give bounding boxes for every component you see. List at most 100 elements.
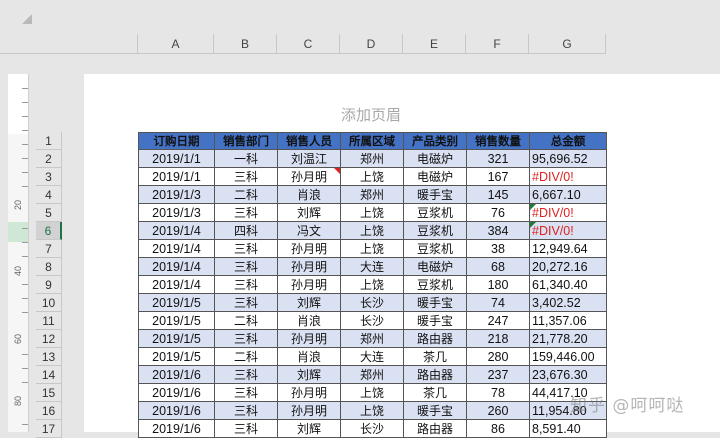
cell-product-category[interactable]: 豆浆机: [403, 275, 467, 294]
row-header[interactable]: 3: [36, 168, 62, 186]
cell-product-category[interactable]: 豆浆机: [403, 221, 467, 240]
cell-salesperson[interactable]: 刘辉: [277, 203, 341, 222]
cell-salesperson[interactable]: 刘辉: [277, 293, 341, 312]
cell-product-category[interactable]: 暖手宝: [403, 401, 467, 420]
cell-product-category[interactable]: 路由器: [403, 365, 467, 384]
cell-region[interactable]: 郑州: [340, 185, 404, 204]
cell-region[interactable]: 长沙: [340, 311, 404, 330]
cell-order-date[interactable]: 2019/1/3: [138, 185, 215, 204]
cell-product-category[interactable]: 电磁炉: [403, 167, 467, 186]
cell-order-date[interactable]: 2019/1/4: [138, 239, 215, 258]
row-header[interactable]: 11: [36, 312, 62, 330]
cell-region[interactable]: 上饶: [340, 221, 404, 240]
header-department[interactable]: 销售部门: [214, 132, 278, 150]
cell-product-category[interactable]: 路由器: [403, 329, 467, 348]
cell-quantity[interactable]: 78: [466, 383, 530, 402]
column-header-d[interactable]: D: [340, 34, 403, 54]
cell-department[interactable]: 二科: [214, 347, 278, 366]
row-header[interactable]: 10: [36, 294, 62, 312]
cell-department[interactable]: 四科: [214, 221, 278, 240]
comment-indicator[interactable]: [334, 168, 340, 174]
cell-quantity[interactable]: 384: [466, 221, 530, 240]
cell-total-amount[interactable]: 95,696.52: [529, 149, 607, 168]
cell-order-date[interactable]: 2019/1/5: [138, 311, 215, 330]
cell-salesperson[interactable]: 孙月明: [277, 401, 341, 420]
cell-region[interactable]: 大连: [340, 347, 404, 366]
cell-total-amount[interactable]: 8,591.40: [529, 419, 607, 438]
cell-department[interactable]: 三科: [214, 365, 278, 384]
cell-region[interactable]: 郑州: [340, 365, 404, 384]
cell-region[interactable]: 郑州: [340, 149, 404, 168]
cell-department[interactable]: 三科: [214, 329, 278, 348]
cell-order-date[interactable]: 2019/1/5: [138, 293, 215, 312]
row-header[interactable]: 7: [36, 240, 62, 258]
cell-order-date[interactable]: 2019/1/1: [138, 167, 215, 186]
cell-department[interactable]: 二科: [214, 185, 278, 204]
cell-quantity[interactable]: 38: [466, 239, 530, 258]
cell-order-date[interactable]: 2019/1/1: [138, 149, 215, 168]
column-header-g[interactable]: G: [529, 34, 606, 54]
cell-total-amount[interactable]: 23,676.30: [529, 365, 607, 384]
cell-total-amount[interactable]: 3,402.52: [529, 293, 607, 312]
cell-product-category[interactable]: 豆浆机: [403, 239, 467, 258]
header-salesperson[interactable]: 销售人员: [277, 132, 341, 150]
row-header[interactable]: 16: [36, 402, 62, 420]
cell-total-amount[interactable]: 11,357.06: [529, 311, 607, 330]
cell-order-date[interactable]: 2019/1/3: [138, 203, 215, 222]
page-layout-sheet[interactable]: 添加页眉 订购日期 销售部门 销售人员 所属区域 产品类别 销售数量 总金额 2…: [84, 74, 720, 438]
header-total-amount[interactable]: 总金额: [529, 132, 607, 150]
cell-product-category[interactable]: 茶几: [403, 347, 467, 366]
cell-region[interactable]: 郑州: [340, 329, 404, 348]
cell-region[interactable]: 上饶: [340, 167, 404, 186]
cell-order-date[interactable]: 2019/1/6: [138, 383, 215, 402]
cell-region[interactable]: 上饶: [340, 239, 404, 258]
cell-product-category[interactable]: 暖手宝: [403, 311, 467, 330]
column-header-a[interactable]: A: [138, 34, 214, 54]
cell-department[interactable]: 三科: [214, 275, 278, 294]
add-header-placeholder[interactable]: 添加页眉: [316, 104, 426, 125]
cell-total-amount[interactable]: 6,667.10: [529, 185, 607, 204]
header-region[interactable]: 所属区域: [340, 132, 404, 150]
cell-product-category[interactable]: 暖手宝: [403, 293, 467, 312]
cell-department[interactable]: 三科: [214, 293, 278, 312]
cell-quantity[interactable]: 247: [466, 311, 530, 330]
header-quantity[interactable]: 销售数量: [466, 132, 530, 150]
cell-total-amount[interactable]: 61,340.40: [529, 275, 607, 294]
row-header[interactable]: 17: [36, 420, 62, 438]
cell-region[interactable]: 上饶: [340, 203, 404, 222]
cell-salesperson[interactable]: 刘辉: [277, 365, 341, 384]
cell-department[interactable]: 一科: [214, 149, 278, 168]
cell-region[interactable]: 长沙: [340, 419, 404, 438]
row-header[interactable]: 5: [36, 204, 62, 222]
cell-salesperson[interactable]: 肖浪: [277, 347, 341, 366]
cell-quantity[interactable]: 218: [466, 329, 530, 348]
cell-quantity[interactable]: 76: [466, 203, 530, 222]
cell-salesperson[interactable]: 肖浪: [277, 185, 341, 204]
cell-order-date[interactable]: 2019/1/4: [138, 257, 215, 276]
cell-product-category[interactable]: 茶几: [403, 383, 467, 402]
cell-quantity[interactable]: 68: [466, 257, 530, 276]
cell-quantity[interactable]: 74: [466, 293, 530, 312]
cell-region[interactable]: 大连: [340, 257, 404, 276]
cell-department[interactable]: 三科: [214, 419, 278, 438]
cell-region[interactable]: 上饶: [340, 401, 404, 420]
row-header[interactable]: 13: [36, 348, 62, 366]
cell-department[interactable]: 三科: [214, 401, 278, 420]
cell-total-amount[interactable]: 159,446.00: [529, 347, 607, 366]
cell-product-category[interactable]: 豆浆机: [403, 203, 467, 222]
cell-total-amount[interactable]: #DIV/0!: [529, 221, 607, 240]
row-header[interactable]: 1: [36, 132, 62, 150]
cell-total-amount[interactable]: 20,272.16: [529, 257, 607, 276]
cell-region[interactable]: 上饶: [340, 383, 404, 402]
cell-product-category[interactable]: 电磁炉: [403, 257, 467, 276]
cell-department[interactable]: 二科: [214, 311, 278, 330]
cell-region[interactable]: 上饶: [340, 275, 404, 294]
row-header[interactable]: 15: [36, 384, 62, 402]
column-header-c[interactable]: C: [277, 34, 340, 54]
cell-department[interactable]: 三科: [214, 167, 278, 186]
cell-order-date[interactable]: 2019/1/6: [138, 365, 215, 384]
row-header[interactable]: 4: [36, 186, 62, 204]
cell-salesperson[interactable]: 冯文: [277, 221, 341, 240]
row-header[interactable]: 14: [36, 366, 62, 384]
cell-product-category[interactable]: 路由器: [403, 419, 467, 438]
